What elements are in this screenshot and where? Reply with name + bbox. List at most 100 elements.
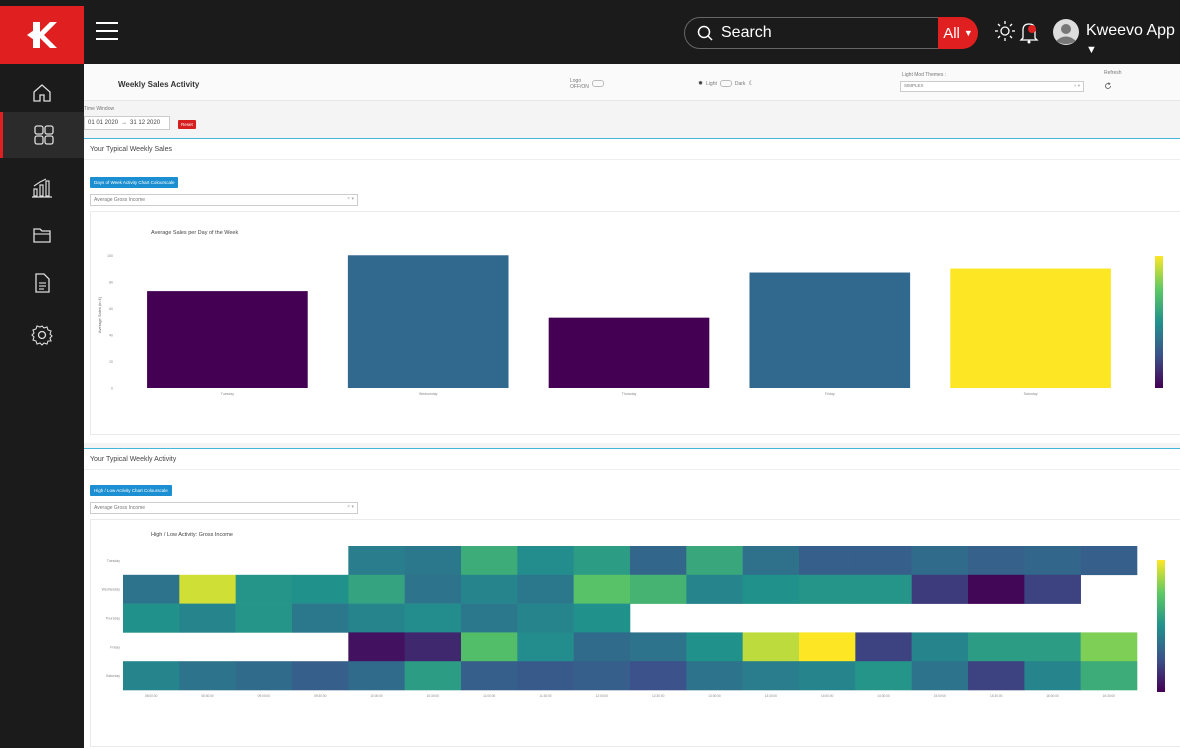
column-label: 16:00:00	[1046, 694, 1059, 698]
sun-icon[interactable]	[994, 20, 1016, 47]
sidebar	[0, 64, 84, 748]
column-label: 09:00:00	[258, 694, 271, 698]
bell-icon[interactable]	[1018, 20, 1040, 49]
heatmap-cell	[348, 661, 405, 691]
theme-mode-toggle: ✹ Light Dark ☾	[698, 80, 754, 87]
home-icon	[33, 84, 51, 102]
heatmap-cell	[573, 632, 631, 662]
x-tick-label: Saturday	[1024, 392, 1038, 396]
column-label: 11:30:00	[539, 694, 551, 698]
metric-select[interactable]: Average Gross Income × ▾	[90, 194, 358, 206]
colourscale-button[interactable]: Days of Week Activity Chart Colourscale	[90, 177, 179, 188]
heatmap-cell	[123, 603, 180, 633]
sidebar-item-documents[interactable]	[0, 260, 84, 306]
menu-toggle-icon[interactable]	[96, 22, 118, 40]
heatmap-cell	[517, 574, 574, 604]
theme-select[interactable]: SIMPLEX × ▾	[900, 81, 1084, 92]
caret-down-icon: ▼	[963, 28, 973, 38]
heatmap-cell	[461, 574, 518, 604]
heatmap-cell	[404, 603, 462, 633]
top-bar: Search All ▼ Kweevo App ▼	[0, 0, 1180, 64]
heatmap-cell	[630, 632, 687, 662]
column-label: 16:30:00	[1103, 694, 1116, 698]
y-tick-label: 100	[107, 254, 113, 258]
heatmap-cell	[911, 574, 969, 604]
heatmap-cell	[573, 546, 631, 576]
chart-title: High / Low Activity: Gross Income	[151, 532, 233, 538]
bar	[749, 272, 911, 388]
heatmap-cell	[348, 574, 405, 604]
heatmap-cell	[855, 574, 912, 604]
avatar[interactable]	[1052, 18, 1080, 51]
document-icon	[35, 273, 50, 293]
theme-light-label: Light	[706, 80, 717, 87]
heatmap-cell	[292, 603, 349, 633]
heatmap-cell	[1080, 661, 1138, 691]
heatmap-cell	[742, 546, 800, 576]
heatmap-cell	[911, 546, 969, 576]
heatmap-cell	[799, 661, 856, 691]
sidebar-item-analytics[interactable]	[0, 164, 84, 210]
theme-mode-switch[interactable]	[719, 80, 732, 87]
heatmap-cell	[235, 603, 293, 633]
sidebar-item-home[interactable]	[0, 70, 84, 116]
metric-select[interactable]: Average Gross Income × ▾	[90, 502, 358, 514]
heatmap-cell	[235, 661, 293, 691]
heatmap-cell	[573, 661, 631, 691]
heatmap-cell	[517, 632, 574, 662]
dashboard-header: Weekly Sales Activity Logo OFF/ON ✹ Ligh…	[84, 64, 1180, 101]
x-tick-label: Thursday	[622, 392, 637, 396]
heatmap-cell	[517, 661, 574, 691]
heatmap-cell	[1080, 546, 1138, 576]
heatmap-cell	[517, 603, 574, 633]
bar	[147, 291, 308, 388]
reset-button[interactable]: Reset	[178, 120, 196, 129]
row-label: Friday	[110, 645, 120, 649]
heatmap-cell	[742, 574, 800, 604]
search-scope-dropdown[interactable]: All ▼	[938, 17, 978, 49]
user-menu[interactable]: Kweevo App ▼	[1086, 22, 1180, 58]
heatmap-cell	[686, 574, 743, 604]
search-icon	[697, 25, 713, 41]
heatmap-cell	[799, 574, 856, 604]
select-clear-icon: × ▾	[347, 196, 354, 202]
select-clear-icon: × ▾	[1073, 83, 1080, 88]
heatmap-cell	[968, 632, 1025, 662]
sidebar-item-settings[interactable]	[0, 312, 84, 358]
sidebar-item-dashboard[interactable]	[0, 112, 84, 158]
column-label: 08:00:00	[145, 694, 158, 698]
search-input[interactable]: Search	[684, 17, 940, 49]
colourscale-button[interactable]: High / Low Activity Chart Colourscale	[90, 485, 172, 496]
refresh-icon	[1105, 82, 1111, 89]
heatmap-cell	[292, 574, 349, 604]
column-label: 09:30:00	[314, 694, 327, 698]
bar-chart: Average Sales per Day of the Week Average…	[97, 230, 1163, 396]
y-tick-label: 20	[109, 360, 113, 364]
heatmap-cell	[799, 546, 856, 576]
refresh-button[interactable]	[1102, 80, 1114, 92]
y-tick-label: 40	[109, 333, 113, 337]
column-label: 12:00:00	[596, 694, 609, 698]
column-label: 12:30:00	[652, 694, 665, 698]
logo-toggle-switch[interactable]	[592, 80, 604, 87]
weekly-activity-panel: Your Typical Weekly Activity High / Low …	[84, 448, 1180, 749]
k-logo-icon	[27, 22, 57, 48]
heatmap-cell	[461, 661, 518, 691]
heatmap-cell	[686, 546, 743, 576]
heatmap-cell	[1080, 632, 1138, 662]
heatmap-cell	[799, 632, 856, 662]
settings-icon	[31, 325, 53, 346]
column-label: 13:30:00	[765, 694, 778, 698]
kweevo-logo[interactable]	[0, 6, 84, 64]
heatmap-chart: High / Low Activity: Gross Income Tuesday…	[102, 532, 1165, 698]
date-range-picker[interactable]: 01 01 2020 → 31 12 2020	[84, 116, 170, 130]
heatmap-cell	[855, 546, 912, 576]
refresh-label: Refresh	[1104, 70, 1122, 76]
column-label: 14:00:00	[821, 694, 834, 698]
sidebar-item-folders[interactable]	[0, 212, 84, 258]
heatmap-cell	[686, 661, 743, 691]
date-start: 01 01 2020	[88, 120, 119, 126]
y-tick-label: 80	[109, 280, 113, 284]
column-label: 14:30:00	[877, 694, 890, 698]
main-content: Weekly Sales Activity Logo OFF/ON ✹ Ligh…	[84, 64, 1180, 749]
